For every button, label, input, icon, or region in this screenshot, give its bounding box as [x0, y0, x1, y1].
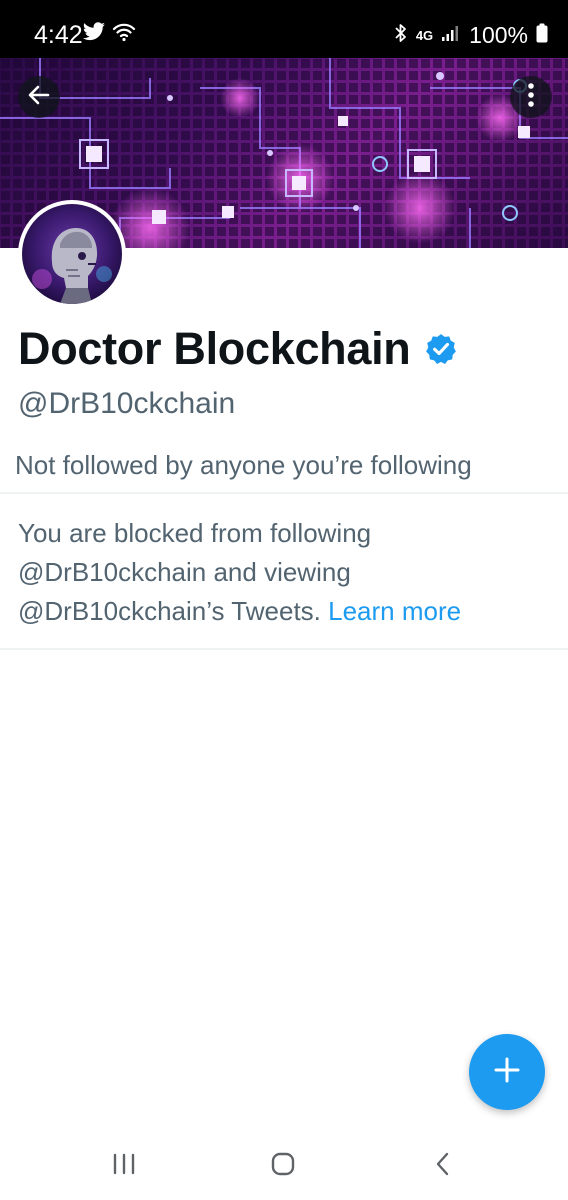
wifi-icon — [112, 22, 136, 47]
home-icon — [270, 1151, 296, 1182]
battery-text: 100% — [469, 22, 528, 48]
android-navigation-bar — [0, 1128, 568, 1200]
divider — [0, 492, 568, 494]
back-button[interactable] — [18, 76, 60, 118]
battery-icon — [536, 23, 548, 48]
back-icon — [433, 1151, 453, 1182]
blocked-notice-line-3-text: @DrB10ckchain’s Tweets. — [18, 596, 329, 626]
display-name-row: Doctor Blockchain — [18, 322, 458, 376]
status-time: 4:42 — [34, 21, 83, 49]
status-bar: 4:42 4G 100% — [0, 0, 568, 58]
home-button[interactable] — [258, 1146, 308, 1186]
blocked-notice-line-3: @DrB10ckchain’s Tweets. Learn more — [18, 592, 558, 631]
twitter-icon — [82, 22, 106, 47]
learn-more-link[interactable]: Learn more — [328, 596, 461, 626]
network-4g-icon: 4G — [415, 27, 434, 43]
display-name: Doctor Blockchain — [18, 323, 411, 374]
status-right-icons: 4G 100% — [394, 22, 548, 48]
profile-handle: @DrB10ckchain — [18, 387, 236, 420]
more-options-button[interactable] — [510, 76, 552, 118]
bluetooth-icon — [394, 23, 408, 48]
avatar[interactable] — [18, 200, 126, 308]
avatar-image — [22, 204, 122, 304]
arrow-left-icon — [26, 82, 52, 113]
followers-you-know: Not followed by anyone you’re following — [15, 450, 472, 480]
recents-icon — [111, 1152, 137, 1181]
signal-icon — [441, 24, 461, 47]
blocked-notice: You are blocked from following @DrB10ckc… — [18, 514, 558, 631]
recents-button[interactable] — [99, 1146, 149, 1186]
blocked-notice-line-1: You are blocked from following — [18, 518, 372, 548]
compose-tweet-button[interactable] — [469, 1034, 545, 1110]
verified-badge-icon[interactable] — [424, 332, 458, 366]
divider — [0, 648, 568, 650]
status-left-icons — [82, 22, 136, 47]
blocked-notice-line-2: @DrB10ckchain and viewing — [18, 557, 351, 587]
system-back-button[interactable] — [418, 1146, 468, 1186]
plus-icon — [493, 1056, 521, 1089]
more-vertical-icon — [527, 82, 535, 113]
